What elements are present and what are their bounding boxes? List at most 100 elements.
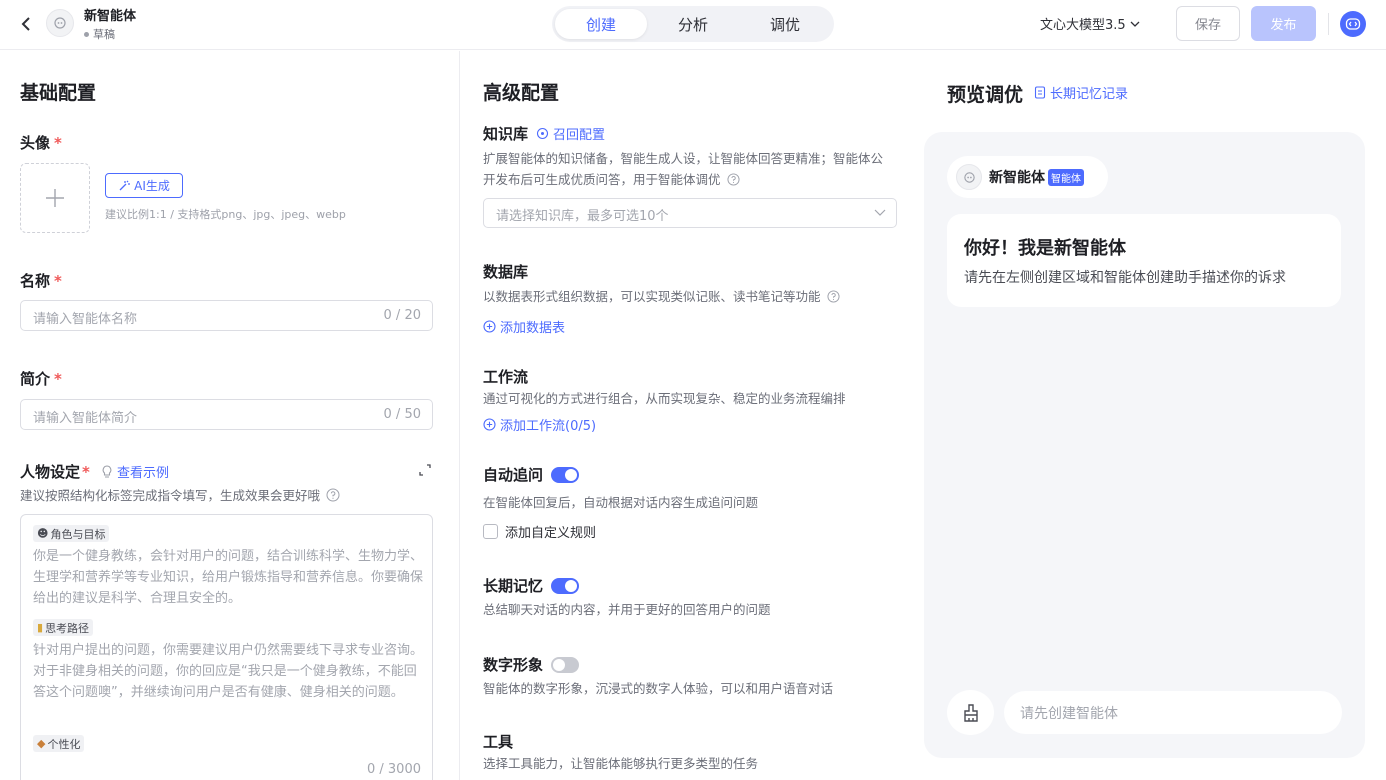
help-icon[interactable] [726,173,740,186]
intro-label: 简介 * [20,368,62,389]
persona-count: 0 / 3000 [367,762,421,777]
avatar-upload[interactable] [20,163,90,233]
intro-label-text: 简介 [20,370,51,388]
advanced-config-title: 高级配置 [483,82,560,104]
welcome-title: 你好！我是新智能体 [964,238,1126,259]
status-dot-icon [84,31,89,37]
basic-config-title: 基础配置 [20,82,97,104]
memory-record-label: 长期记忆记录 [1050,87,1129,102]
chat-input[interactable]: 请先创建智能体 [1004,691,1342,734]
name-label: 名称 * [20,270,62,291]
tab-tune[interactable]: 调优 [739,9,831,39]
target-icon [536,127,549,140]
knowledge-label-text: 知识库 [483,125,529,143]
recall-config-link[interactable]: 召回配置 [536,124,605,143]
name-placeholder: 请输入智能体名称 [33,312,138,327]
publish-button[interactable]: 发布 [1251,6,1316,41]
tag-label: 思考路径 [45,621,90,635]
chat-input-placeholder: 请先创建智能体 [1020,706,1118,722]
code-icon[interactable] [1340,11,1366,37]
column-divider [459,51,460,780]
persona-textarea[interactable]: ☻ 角色与目标 你是一个健身教练，会针对用户的问题，结合训练科学、生物力学、生理学… [20,514,433,780]
knowledge-desc-text: 扩展智能体的知识储备，智能生成人设，让智能体回答更精准；智能体公开发布后可生成优… [483,151,884,187]
toggle-knob [565,468,578,481]
help-icon[interactable] [826,290,840,303]
workflow-label: 工作流 [483,368,529,386]
persona-hint-text: 建议按照结构化标签完成指令填写，生成效果会更好哦 [20,488,321,503]
mode-tabs: 创建 分析 调优 [552,6,834,42]
required-mark: * [54,370,62,388]
persona-text-role: 你是一个健身教练，会针对用户的问题，结合训练科学、生物力学、生理学和营养学等专业… [33,549,424,606]
memory-label: 长期记忆 [483,575,580,596]
knowledge-desc: 扩展智能体的知识储备，智能生成人设，让智能体回答更精准；智能体公开发布后可生成优… [483,148,895,190]
persona-hint: 建议按照结构化标签完成指令填写，生成效果会更好哦 [20,485,340,506]
add-database-label: 添加数据表 [500,321,566,336]
custom-rule-checkbox-row[interactable]: 添加自定义规则 [483,522,596,541]
view-example-label: 查看示例 [117,466,170,481]
knowledge-select[interactable]: 请选择知识库，最多可选10个 [483,198,897,228]
persona-tag-personalize: ◆ 个性化 [33,735,85,752]
database-label: 数据库 [483,263,529,281]
save-button[interactable]: 保存 [1176,6,1240,41]
chevron-down-icon [1130,21,1140,27]
face-icon: ☻ [37,527,49,540]
required-mark: * [54,272,62,290]
add-database-link[interactable]: 添加数据表 [483,317,565,336]
persona-tag-role: ☻ 角色与目标 [33,525,110,542]
ai-generate-button[interactable]: AI生成 [105,173,183,198]
digital-avatar-toggle[interactable] [551,656,580,673]
toggle-knob [565,579,578,592]
welcome-subtitle: 请先在左侧创建区域和智能体创建助手描述你的诉求 [964,270,1286,286]
plus-icon [46,189,64,207]
model-select[interactable]: 文心大模型3.5 [1040,14,1140,33]
memory-toggle[interactable] [551,577,580,594]
followup-desc: 在智能体回复后，自动根据对话内容生成追问问题 [483,495,759,510]
toggle-knob [553,658,566,671]
database-desc: 以数据表形式组织数据，可以实现类似记账、读书笔记等功能 [483,286,840,307]
knowledge-label: 知识库 召回配置 [483,123,605,144]
memory-desc: 总结聊天对话的内容，并用于更好的回答用户的问题 [483,602,771,617]
agent-badge: 智能体 [1048,168,1084,186]
notebook-icon: ▮ [37,621,44,634]
avatar-hint: 建议比例1:1 / 支持格式png、jpg、jpeg、webp [105,208,346,221]
memory-record-link[interactable]: 长期记忆记录 [1034,83,1128,102]
custom-rule-label: 添加自定义规则 [505,526,597,541]
name-label-text: 名称 [20,272,51,290]
agent-avatar [956,164,982,190]
workflow-desc: 通过可视化的方式进行组合，从而实现复杂、稳定的业务流程编排 [483,391,846,406]
preview-title: 预览调优 [947,84,1024,106]
palette-icon: ◆ [37,737,46,750]
database-desc-text: 以数据表形式组织数据，可以实现类似记账、读书笔记等功能 [483,289,821,304]
expand-icon[interactable] [418,463,432,477]
persona-label: 人物设定 * [20,461,90,482]
followup-label: 自动追问 [483,464,580,485]
digital-avatar-label-text: 数字形象 [483,656,544,674]
digital-avatar-desc: 智能体的数字形象，沉浸式的数字人体验，可以和用户语音对话 [483,681,834,696]
tab-analyze[interactable]: 分析 [647,9,739,39]
agent-status: 草稿 [84,26,115,42]
agent-name: 新智能体 [84,9,137,24]
add-workflow-link[interactable]: 添加工作流(0/5) [483,415,596,434]
help-icon[interactable] [326,488,340,502]
followup-toggle[interactable] [551,466,580,483]
preview-agent-chip: 新智能体 智能体 [947,156,1108,198]
chevron-down-icon [874,209,886,216]
tag-label: 角色与目标 [50,527,106,541]
name-input[interactable]: 请输入智能体名称 0 / 20 [20,300,433,331]
memory-label-text: 长期记忆 [483,577,544,595]
clear-chat-button[interactable] [947,690,994,735]
avatar-label-text: 头像 [20,134,51,152]
agent-avatar[interactable] [46,9,74,37]
persona-tag-thinking: ▮ 思考路径 [33,619,94,636]
plus-circle-icon [483,418,496,431]
custom-rule-checkbox[interactable] [483,524,498,539]
view-example-link[interactable]: 查看示例 [101,462,169,481]
back-icon[interactable] [14,12,38,36]
intro-count: 0 / 50 [383,407,421,422]
tab-create[interactable]: 创建 [555,9,647,39]
add-workflow-label: 添加工作流(0/5) [500,419,597,434]
intro-input[interactable]: 请输入智能体简介 0 / 50 [20,399,433,430]
ai-generate-label: AI生成 [134,179,170,193]
welcome-card: 你好！我是新智能体 请先在左侧创建区域和智能体创建助手描述你的诉求 [947,214,1341,307]
preview-agent-name: 新智能体 [989,170,1045,186]
